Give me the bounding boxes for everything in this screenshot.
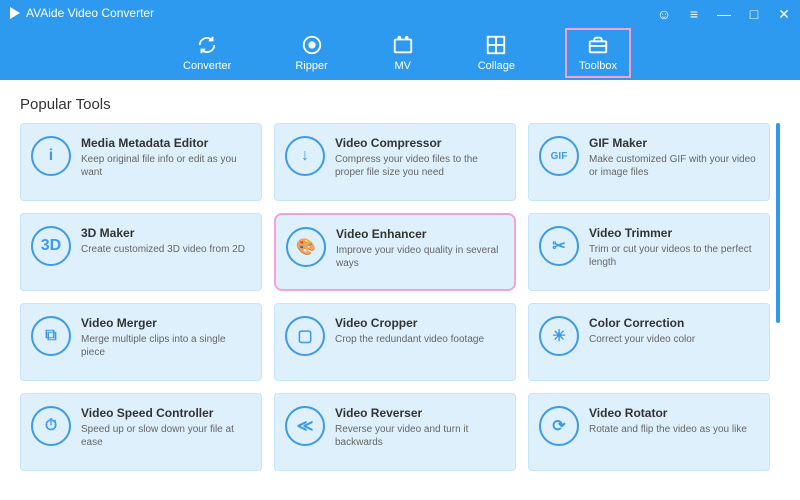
toolbox-icon — [587, 34, 609, 56]
tool-card-media-metadata-editor[interactable]: i Media Metadata Editor Keep original file… — [20, 123, 262, 201]
tool-desc: Crop the redundant video footage — [335, 333, 505, 346]
tab-toolbox[interactable]: Toolbox — [567, 30, 629, 76]
app-header: AVAide Video Converter ☺ ≡ — □ ✕ Convert… — [0, 0, 800, 80]
tool-card-video-rotator[interactable]: ⟳ Video Rotator Rotate and flip the video … — [528, 393, 770, 471]
main-tabs: Converter Ripper MV Collage Toolbox — [0, 30, 800, 76]
tool-icon: ≪ — [285, 406, 325, 446]
tool-desc: Improve your video quality in several wa… — [336, 244, 504, 270]
tool-icon: 3D — [31, 226, 71, 266]
scrollbar[interactable] — [776, 123, 780, 323]
window-controls: ☺ ≡ — □ ✕ — [656, 6, 792, 22]
tool-icon: ↓ — [285, 136, 325, 176]
tool-card-gif-maker[interactable]: GIF GIF Maker Make customized GIF with you… — [528, 123, 770, 201]
tool-card-video-speed-controller[interactable]: ⏱ Video Speed Controller Speed up or slow … — [20, 393, 262, 471]
tool-icon: i — [31, 136, 71, 176]
close-icon[interactable]: ✕ — [776, 6, 792, 22]
tool-title: Video Rotator — [589, 406, 759, 420]
tab-label: MV — [394, 60, 411, 72]
tool-icon: GIF — [539, 136, 579, 176]
tool-icon: ✂ — [539, 226, 579, 266]
tool-title: Media Metadata Editor — [81, 136, 251, 150]
tool-title: Video Speed Controller — [81, 406, 251, 420]
app-logo-icon — [10, 7, 20, 19]
tool-title: GIF Maker — [589, 136, 759, 150]
tab-label: Collage — [478, 60, 515, 72]
tab-label: Toolbox — [579, 60, 617, 72]
tool-title: Video Enhancer — [336, 227, 504, 241]
minimize-icon[interactable]: — — [716, 6, 732, 22]
tool-icon: ⧉ — [31, 316, 71, 356]
tool-text: Video Enhancer Improve your video quality… — [336, 227, 504, 277]
tab-label: Ripper — [295, 60, 327, 72]
tool-desc: Create customized 3D video from 2D — [81, 243, 251, 256]
tab-converter[interactable]: Converter — [171, 30, 243, 76]
tool-text: Video Compressor Compress your video file… — [335, 136, 505, 188]
tool-desc: Reverse your video and turn it backwards — [335, 423, 505, 449]
tools-grid-wrap: i Media Metadata Editor Keep original file… — [20, 123, 780, 493]
tool-desc: Make customized GIF with your video or i… — [589, 153, 759, 179]
content-area: Popular Tools i Media Metadata Editor Keep… — [0, 80, 800, 500]
tool-icon: ⟳ — [539, 406, 579, 446]
tool-title: 3D Maker — [81, 226, 251, 240]
tool-text: Video Cropper Crop the redundant video fo… — [335, 316, 505, 368]
tool-text: Video Reverser Reverse your video and tur… — [335, 406, 505, 458]
tab-ripper[interactable]: Ripper — [283, 30, 339, 76]
tab-label: Converter — [183, 60, 231, 72]
tool-title: Video Compressor — [335, 136, 505, 150]
converter-icon — [196, 34, 218, 56]
tool-card-3d-maker[interactable]: 3D 3D Maker Create customized 3D video fro… — [20, 213, 262, 291]
tool-card-video-merger[interactable]: ⧉ Video Merger Merge multiple clips into a… — [20, 303, 262, 381]
maximize-icon[interactable]: □ — [746, 6, 762, 22]
tool-icon: ▢ — [285, 316, 325, 356]
ripper-icon — [301, 34, 323, 56]
tool-desc: Trim or cut your videos to the perfect l… — [589, 243, 759, 269]
tool-text: Color Correction Correct your video color — [589, 316, 759, 368]
tool-desc: Correct your video color — [589, 333, 759, 346]
tab-collage[interactable]: Collage — [466, 30, 527, 76]
tool-title: Color Correction — [589, 316, 759, 330]
tool-card-video-cropper[interactable]: ▢ Video Cropper Crop the redundant video f… — [274, 303, 516, 381]
tool-card-video-reverser[interactable]: ≪ Video Reverser Reverse your video and tu… — [274, 393, 516, 471]
tool-icon: ⏱ — [31, 406, 71, 446]
tool-desc: Speed up or slow down your file at ease — [81, 423, 251, 449]
feedback-icon[interactable]: ☺ — [656, 6, 672, 22]
tool-text: Video Trimmer Trim or cut your videos to … — [589, 226, 759, 278]
tool-desc: Compress your video files to the proper … — [335, 153, 505, 179]
tool-text: 3D Maker Create customized 3D video from … — [81, 226, 251, 278]
tool-title: Video Reverser — [335, 406, 505, 420]
tool-text: Video Rotator Rotate and flip the video a… — [589, 406, 759, 458]
tools-grid: i Media Metadata Editor Keep original file… — [20, 123, 780, 471]
tool-text: Video Speed Controller Speed up or slow d… — [81, 406, 251, 458]
tool-text: GIF Maker Make customized GIF with your v… — [589, 136, 759, 188]
tool-card-video-compressor[interactable]: ↓ Video Compressor Compress your video fil… — [274, 123, 516, 201]
tool-text: Media Metadata Editor Keep original file … — [81, 136, 251, 188]
tool-card-video-trimmer[interactable]: ✂ Video Trimmer Trim or cut your videos to… — [528, 213, 770, 291]
tool-card-video-enhancer[interactable]: 🎨 Video Enhancer Improve your video qualit… — [274, 213, 516, 291]
tool-desc: Rotate and flip the video as you like — [589, 423, 759, 436]
tool-title: Video Cropper — [335, 316, 505, 330]
tool-desc: Keep original file info or edit as you w… — [81, 153, 251, 179]
tool-text: Video Merger Merge multiple clips into a … — [81, 316, 251, 368]
app-title: AVAide Video Converter — [26, 6, 154, 20]
collage-icon — [485, 34, 507, 56]
section-title: Popular Tools — [20, 96, 780, 113]
tool-title: Video Trimmer — [589, 226, 759, 240]
tool-title: Video Merger — [81, 316, 251, 330]
mv-icon — [392, 34, 414, 56]
tab-mv[interactable]: MV — [380, 30, 426, 76]
tool-icon: ☀ — [539, 316, 579, 356]
tool-icon: 🎨 — [286, 227, 326, 267]
tool-card-color-correction[interactable]: ☀ Color Correction Correct your video colo… — [528, 303, 770, 381]
menu-icon[interactable]: ≡ — [686, 6, 702, 22]
tool-desc: Merge multiple clips into a single piece — [81, 333, 251, 359]
